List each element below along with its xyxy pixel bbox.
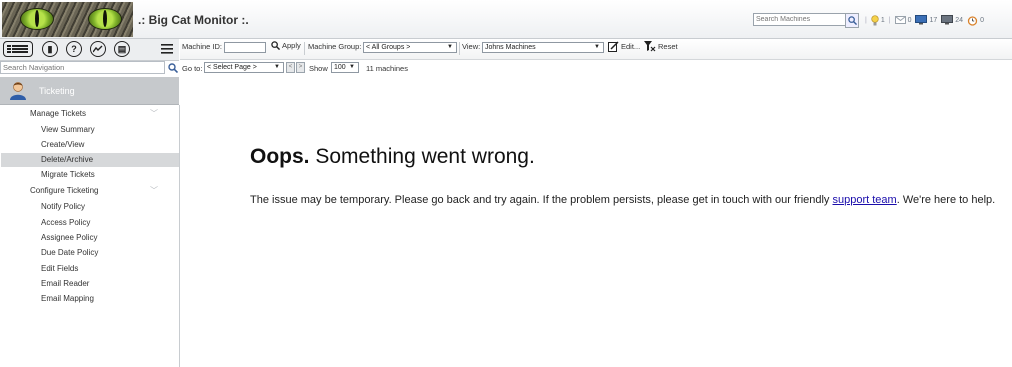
envelope-icon <box>894 16 906 24</box>
machine-view-icon[interactable]: ▮ <box>42 41 58 57</box>
lightbulb-icon <box>871 14 879 25</box>
status-counters: | 1 | 0 17 24 0 <box>865 14 984 26</box>
machine-search-button[interactable] <box>845 13 859 28</box>
module-label: Ticketing <box>39 86 75 96</box>
help-icon[interactable]: ? <box>66 41 82 57</box>
machine-filter-toolbar: Machine ID: Apply Machine Group: < All G… <box>180 39 1012 60</box>
computer-icon <box>941 15 954 25</box>
folder-configure-ticketing[interactable]: Configure Ticketing <box>30 186 98 195</box>
error-message: The issue may be temporary. Please go ba… <box>250 194 995 206</box>
navigation-search-button[interactable] <box>166 61 179 74</box>
cat-eyes-logo <box>2 2 133 37</box>
dropdown-arrow-icon: ▼ <box>447 44 453 50</box>
alarm-clock-icon <box>967 15 978 26</box>
navigation-toolbar: ▮ ? ▤ <box>0 39 179 61</box>
machine-id-input[interactable] <box>224 42 266 53</box>
paging-toolbar: Go to: < Select Page > ▼ < > Show 100 ▼ 11… <box>180 60 1012 76</box>
app-title: .: Big Cat Monitor :. <box>138 13 249 27</box>
view-select[interactable]: Johns Machines ▼ <box>482 42 604 53</box>
dropdown-arrow-icon: ▼ <box>274 64 280 70</box>
total-machines-counter[interactable]: 24 <box>941 15 963 25</box>
header-bar: .: Big Cat Monitor :. | 1 | 0 17 24 0 <box>0 0 1012 39</box>
machine-search-input[interactable] <box>753 13 850 26</box>
filter-reset-icon <box>644 41 656 52</box>
dropdown-arrow-icon: ▼ <box>594 44 600 50</box>
goto-page-select[interactable]: < Select Page > ▼ <box>204 62 284 73</box>
folder-manage-tickets[interactable]: Manage Tickets <box>30 109 86 118</box>
machine-group-label: Machine Group: <box>308 42 362 51</box>
nav-item-delete-archive[interactable]: Delete/Archive <box>1 153 179 167</box>
print-icon[interactable]: ▤ <box>114 41 130 57</box>
error-title-bold: Oops. <box>250 145 310 168</box>
activity-chart-icon[interactable] <box>90 41 106 57</box>
search-icon <box>847 16 857 25</box>
nav-item-access-policy[interactable]: Access Policy <box>1 216 179 230</box>
nav-item-edit-fields[interactable]: Edit Fields <box>1 262 179 276</box>
edit-icon <box>608 41 619 52</box>
divider <box>459 42 460 55</box>
navigation-mode-icon[interactable] <box>3 41 33 57</box>
reset-button[interactable]: Reset <box>644 41 678 52</box>
support-team-link[interactable]: support team <box>833 194 897 206</box>
edit-view-button[interactable]: Edit... <box>608 41 640 52</box>
machine-group-select[interactable]: < All Groups > ▼ <box>363 42 457 53</box>
nav-item-email-mapping[interactable]: Email Mapping <box>1 292 179 306</box>
nav-item-assignee-policy[interactable]: Assignee Policy <box>1 231 179 245</box>
nav-item-notify-policy[interactable]: Notify Policy <box>1 200 179 214</box>
machine-count: 11 machines <box>366 64 408 73</box>
dropdown-arrow-icon: ▼ <box>349 64 355 70</box>
nav-item-view-summary[interactable]: View Summary <box>1 123 179 137</box>
error-title-text: Something went wrong. <box>315 145 535 168</box>
error-message-end: . We're here to help. <box>896 194 996 206</box>
error-title: Oops. Something went wrong. <box>250 145 535 169</box>
menu-icon[interactable] <box>161 44 173 54</box>
monitor-icon <box>915 15 928 25</box>
chevron-down-icon[interactable]: ﹀ <box>150 185 158 196</box>
nav-item-email-reader[interactable]: Email Reader <box>1 277 179 291</box>
search-icon <box>167 62 178 73</box>
user-icon <box>10 82 26 100</box>
apply-button[interactable]: Apply <box>271 41 301 50</box>
previous-page-button[interactable]: < <box>286 62 295 73</box>
nav-item-due-date-policy[interactable]: Due Date Policy <box>1 246 179 260</box>
machine-id-label: Machine ID: <box>182 42 223 51</box>
next-page-button[interactable]: > <box>296 62 305 73</box>
nav-item-create-view[interactable]: Create/View <box>1 138 179 152</box>
divider <box>304 42 305 55</box>
chevron-down-icon[interactable]: ﹀ <box>150 108 158 119</box>
navigation-search-input[interactable] <box>0 61 165 74</box>
goto-label: Go to: <box>182 64 203 73</box>
messages-counter[interactable]: 0 <box>894 16 911 24</box>
view-label: View: <box>462 42 481 51</box>
error-message-text: The issue may be temporary. Please go ba… <box>250 194 830 206</box>
scheduled-counter[interactable]: 0 <box>967 15 984 26</box>
nav-item-migrate-tickets[interactable]: Migrate Tickets <box>1 168 179 182</box>
show-label: Show <box>309 64 328 73</box>
alerts-counter[interactable]: 1 <box>871 14 885 26</box>
page-size-select[interactable]: 100 ▼ <box>331 62 359 73</box>
online-machines-counter[interactable]: 17 <box>915 15 937 25</box>
ticketing-module-header[interactable]: Ticketing <box>0 77 179 105</box>
navigation-sidebar: Manage Tickets ﹀ View Summary Create/Vie… <box>0 105 180 367</box>
search-icon <box>271 41 280 50</box>
